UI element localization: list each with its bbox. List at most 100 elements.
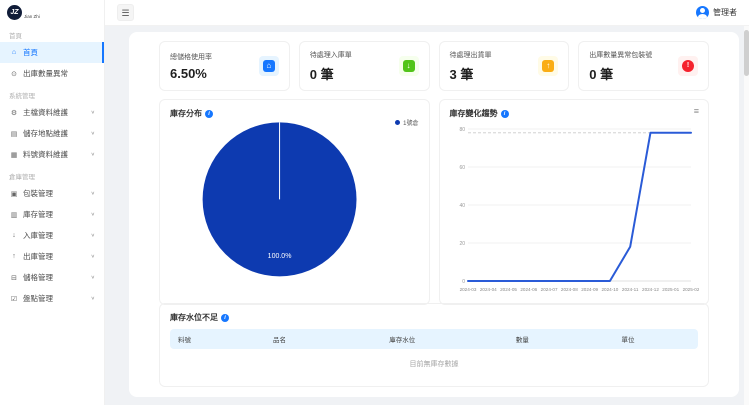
sidebar-item-label: 儲存地點維護 <box>23 128 68 139</box>
stat-text: 待處理出貨單 3 筆 <box>450 50 492 83</box>
sidebar-item-首頁[interactable]: ⌂首頁 <box>0 42 104 63</box>
stat-glyph: ⌂ <box>263 60 275 72</box>
trend-chart[interactable]: 0204060802024-032024-042024-052024-06202… <box>450 119 699 300</box>
sidebar-item-儲格管理[interactable]: ⊟儲格管理∨ <box>0 267 104 288</box>
svg-text:2024-12: 2024-12 <box>642 287 659 292</box>
page-scrollbar[interactable] <box>744 26 749 405</box>
svg-text:2024-11: 2024-11 <box>621 287 638 292</box>
charts-row: 庫存分布 1號倉 100.0% 庫存變化趨勢 ≡ <box>159 99 709 295</box>
sidebar-item-包裝管理[interactable]: ▣ 包裝管理 ∨ <box>0 183 104 204</box>
stat-card: 總儲格使用率6.50% ⌂ <box>159 41 290 91</box>
stat-text: 出庫數量異常包裝號 0 筆 <box>589 50 652 83</box>
chevron-down-icon: ∨ <box>91 131 95 137</box>
qr-code-icon: ▦ <box>10 151 18 159</box>
table-empty-state: 目前無庫存數據 <box>170 349 698 378</box>
info-icon[interactable] <box>221 314 229 322</box>
stats-row: 總儲格使用率6.50% ⌂ 待處理入庫單 0 筆 ↓ 待處理出貨單 3 筆 ↑ 出庫數量異常包裝… <box>159 41 709 91</box>
stat-card: 待處理入庫單 0 筆 ↓ <box>299 41 430 91</box>
stat-card: 出庫數量異常包裝號0 筆! <box>578 41 709 91</box>
gear-icon: ⚙ <box>10 109 18 117</box>
sidebar-item-庫存管理[interactable]: ▥ 庫存管理 ∨ <box>0 204 104 225</box>
inbound-pending-icon: ↓ <box>399 56 419 76</box>
stocktake-check-icon: ☑ <box>10 295 18 303</box>
svg-text:100.0%: 100.0% <box>268 253 292 260</box>
truck-icon: ⊟ <box>10 274 18 282</box>
info-icon[interactable] <box>501 110 509 118</box>
svg-text:2024-06: 2024-06 <box>520 287 537 292</box>
sidebar-item-label: 盤點管理 <box>23 293 53 304</box>
sidebar-item-入庫管理[interactable]: ↓入庫管理∨ <box>0 225 104 246</box>
sidebar-item-料號資料維護[interactable]: ▦料號資料維護∨ <box>0 144 104 165</box>
stat-value: 0 筆 <box>589 64 652 83</box>
sidebar-item-label: 包裝管理 <box>23 188 53 199</box>
svg-text:2024-07: 2024-07 <box>540 287 557 292</box>
stat-title: 出庫數量異常包裝號 <box>589 50 652 60</box>
low-stock-table: 料號品名庫存水位數量單位 <box>170 329 698 349</box>
nav-section-label: 倉庫管理 <box>0 165 104 183</box>
pie-chart-card: 庫存分布 1號倉 100.0% <box>159 99 430 305</box>
stat-value: 3 筆 <box>450 64 492 83</box>
svg-text:0: 0 <box>462 279 465 285</box>
chevron-down-icon: ∨ <box>91 212 95 218</box>
user-label: 管理者 <box>713 7 737 18</box>
chevron-down-icon: ∨ <box>91 254 95 260</box>
table-header-數量: 數量 <box>508 329 614 349</box>
chevron-down-icon: ∨ <box>91 296 95 302</box>
svg-text:2025-02: 2025-02 <box>682 287 698 292</box>
stat-card: 待處理出貨單 3 筆 ↑ <box>439 41 570 91</box>
info-icon[interactable] <box>205 110 213 118</box>
sidebar: JZ Jian Zhi 首頁⌂首頁⊙出庫數量異常系統管理⚙主檔資料維護∨▤儲存地… <box>0 0 105 405</box>
scrollbar-thumb[interactable] <box>744 30 749 76</box>
package-icon: ▣ <box>10 190 18 198</box>
content: 總儲格使用率6.50% ⌂ 待處理入庫單 0 筆 ↓ 待處理出貨單 3 筆 ↑ 出庫數量異常包裝… <box>105 26 749 405</box>
sidebar-item-出庫數量異常[interactable]: ⊙出庫數量異常 <box>0 63 104 84</box>
table-header-單位: 單位 <box>614 329 699 349</box>
svg-text:2025-01: 2025-01 <box>662 287 679 292</box>
svg-text:2024-04: 2024-04 <box>479 287 496 292</box>
nav-section-label: 首頁 <box>0 24 104 42</box>
app-logo: JZ Jian Zhi <box>0 0 104 24</box>
sidebar-item-label: 入庫管理 <box>23 230 53 241</box>
logo-text: Jian Zhi <box>24 14 40 20</box>
outbound-pending-icon: ↑ <box>538 56 558 76</box>
svg-text:2024-05: 2024-05 <box>500 287 517 292</box>
logo-icon: JZ <box>7 5 22 20</box>
inbound-arrow-icon: ↓ <box>10 232 18 239</box>
user-menu[interactable]: 管理者 <box>696 6 737 19</box>
pie-chart[interactable]: 100.0% <box>170 119 419 300</box>
building-icon: ▤ <box>10 130 18 138</box>
chevron-down-icon: ∨ <box>91 110 95 116</box>
low-stock-title-text: 庫存水位不足 <box>170 312 218 323</box>
sidebar-nav: 首頁⌂首頁⊙出庫數量異常系統管理⚙主檔資料維護∨▤儲存地點維護∨▦料號資料維護∨… <box>0 24 104 309</box>
table-header-庫存水位: 庫存水位 <box>381 329 508 349</box>
low-stock-title: 庫存水位不足 <box>170 312 698 323</box>
stat-text: 總儲格使用率6.50% <box>170 52 212 81</box>
chevron-down-icon: ∨ <box>91 152 95 158</box>
svg-text:2024-03: 2024-03 <box>459 287 476 292</box>
sidebar-collapse-button[interactable]: ☰ <box>117 4 134 21</box>
table-header-料號: 料號 <box>170 329 265 349</box>
low-stock-card: 庫存水位不足 料號品名庫存水位數量單位 目前無庫存數據 <box>159 303 709 387</box>
sidebar-item-儲存地點維護[interactable]: ▤ 儲存地點維護 ∨ <box>0 123 104 144</box>
home-icon: ⌂ <box>10 49 18 56</box>
stat-glyph: ↑ <box>542 60 554 72</box>
trend-chart-title-text: 庫存變化趨勢 <box>450 108 498 119</box>
sidebar-item-label: 主檔資料維護 <box>23 107 68 118</box>
sidebar-item-主檔資料維護[interactable]: ⚙ 主檔資料維護 ∨ <box>0 102 104 123</box>
svg-text:60: 60 <box>459 165 465 171</box>
table-header-品名: 品名 <box>265 329 381 349</box>
inventory-icon: ▥ <box>10 211 18 219</box>
stat-value: 0 筆 <box>310 64 352 83</box>
svg-text:20: 20 <box>459 241 465 247</box>
trend-chart-title: 庫存變化趨勢 <box>450 108 699 119</box>
stat-title: 待處理出貨單 <box>450 50 492 60</box>
sidebar-item-出庫管理[interactable]: ↑出庫管理∨ <box>0 246 104 267</box>
sidebar-item-label: 庫存管理 <box>23 209 53 220</box>
chevron-down-icon: ∨ <box>91 191 95 197</box>
chart-menu-icon[interactable]: ≡ <box>694 107 699 115</box>
sidebar-item-盤點管理[interactable]: ☑ 盤點管理 ∨ <box>0 288 104 309</box>
storage-usage-icon: ⌂ <box>259 56 279 76</box>
stat-title: 待處理入庫單 <box>310 50 352 60</box>
svg-text:2024-09: 2024-09 <box>581 287 598 292</box>
svg-text:40: 40 <box>459 203 465 209</box>
